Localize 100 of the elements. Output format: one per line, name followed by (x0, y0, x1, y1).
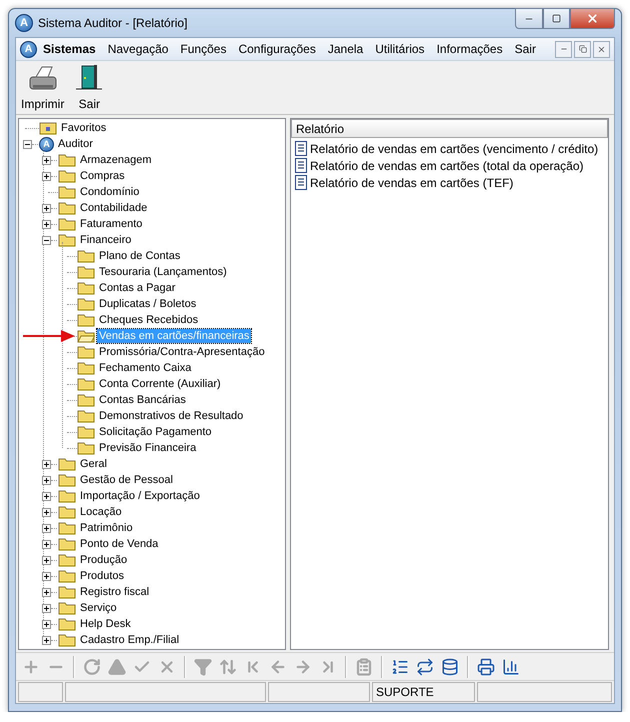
tree-item[interactable]: Geral (78, 457, 109, 471)
restore-button[interactable] (574, 40, 591, 58)
tree-item[interactable]: Condomínio (78, 185, 142, 199)
collapse-icon[interactable] (23, 140, 32, 148)
tree-item[interactable]: Patrimônio (78, 521, 135, 535)
folder-icon (77, 393, 95, 407)
tree-item[interactable]: Previsão Financeira (97, 441, 198, 455)
document-icon (295, 158, 308, 173)
expand-icon[interactable] (42, 524, 51, 532)
menu-item[interactable]: Funções (174, 42, 232, 56)
expand-icon[interactable] (42, 172, 51, 180)
restore-icon (578, 45, 586, 53)
report-item[interactable]: Relatório de vendas em cartões (vencimento / crédito) (310, 142, 598, 156)
document-icon (295, 141, 308, 156)
tree-item[interactable]: Serviço (78, 601, 119, 615)
tree-item[interactable]: Demonstrativos de Resultado (97, 409, 246, 423)
close-button[interactable] (570, 8, 615, 29)
tree-item[interactable]: Contabilidade (78, 201, 150, 215)
folder-icon (58, 201, 76, 215)
folder-icon (58, 473, 76, 487)
tree-item[interactable]: Help Desk (78, 617, 133, 631)
collapse-icon[interactable] (42, 236, 51, 244)
tree-item[interactable]: Financeiro (78, 233, 134, 247)
tree-item[interactable]: Tesouraria (Lançamentos) (97, 265, 229, 279)
folder-icon (58, 569, 76, 583)
tree-item[interactable]: Solicitação Pagamento (97, 425, 214, 439)
tree-item[interactable]: Auditor (56, 137, 95, 151)
tree-item[interactable]: Produção (78, 553, 130, 567)
toolbar-button[interactable]: Imprimir (18, 65, 68, 111)
column-header[interactable]: Relatório (291, 119, 608, 138)
tree-item[interactable]: Produtos (78, 569, 126, 583)
folder-icon (58, 185, 76, 199)
folder-icon (58, 633, 76, 647)
folder-icon (58, 217, 76, 231)
folder-icon (77, 361, 95, 375)
folder-icon (77, 249, 95, 263)
tree-item[interactable]: Compras (78, 169, 127, 183)
tree-item[interactable]: Promissória/Contra-Apresentação (97, 345, 267, 359)
folder-icon (58, 233, 76, 247)
tree-item[interactable]: Registro fiscal (78, 585, 152, 599)
expand-icon[interactable] (42, 492, 51, 500)
menu-item[interactable]: Configurações (232, 42, 322, 56)
expand-icon[interactable] (42, 636, 51, 644)
tree-item[interactable]: Fechamento Caixa (97, 361, 194, 375)
maximize-button[interactable] (543, 8, 570, 29)
report-item[interactable]: Relatório de vendas em cartões (TEF) (310, 176, 514, 190)
expand-icon[interactable] (42, 508, 51, 516)
expand-icon[interactable] (42, 540, 51, 548)
expand-icon[interactable] (42, 620, 51, 628)
tree-item[interactable]: Contas a Pagar (97, 281, 178, 295)
folder-icon (77, 425, 95, 439)
app-logo-icon: A (20, 40, 37, 58)
folder-icon (58, 601, 76, 615)
expand-icon[interactable] (42, 204, 51, 212)
tree-item[interactable]: Cadastro Emp./Filial (78, 633, 182, 647)
folder-icon (77, 297, 95, 311)
tree-item[interactable]: Favoritos (59, 121, 108, 135)
tree-item[interactable]: Importação / Exportação (78, 489, 202, 503)
expand-icon[interactable] (42, 460, 51, 468)
menu-item[interactable]: Informações (430, 42, 509, 56)
expand-icon[interactable] (42, 556, 51, 564)
tree-item[interactable]: Plano de Contas (97, 249, 182, 263)
app-logo-icon: A (15, 14, 33, 32)
tree-item[interactable]: Armazenagem (78, 153, 154, 167)
menu-item[interactable]: Janela (322, 42, 370, 56)
menu-item[interactable]: Sistemas (37, 42, 102, 56)
folder-icon (58, 585, 76, 599)
expand-icon[interactable] (42, 476, 51, 484)
window-title: Sistema Auditor - [Relatório] (38, 16, 188, 30)
minimize-button[interactable] (515, 8, 543, 29)
folder-icon (77, 409, 95, 423)
folder-icon (77, 441, 95, 455)
menu-item[interactable]: Sair (508, 42, 542, 56)
tree-item[interactable]: Faturamento (78, 217, 144, 231)
expand-icon[interactable] (42, 604, 51, 612)
expand-icon[interactable] (42, 156, 51, 164)
menu-item[interactable]: Navegação (102, 42, 174, 56)
expand-icon[interactable] (42, 588, 51, 596)
expand-icon[interactable] (42, 572, 51, 580)
tree-item[interactable]: Cheques Recebidos (97, 313, 200, 327)
close-icon (597, 44, 606, 54)
folder-icon (58, 537, 76, 551)
tree-item[interactable]: Duplicatas / Boletos (97, 297, 198, 311)
folder-icon (77, 281, 95, 295)
tree-item[interactable]: Locação (78, 505, 124, 519)
report-item[interactable]: Relatório de vendas em cartões (total da operação) (310, 158, 584, 172)
menu-item[interactable]: Utilitários (369, 42, 431, 56)
pointer-arrow-icon (23, 330, 75, 342)
folder-icon (77, 265, 95, 279)
tree-item[interactable]: Gestão de Pessoal (78, 473, 175, 487)
tree-item[interactable]: Ponto de Venda (78, 537, 160, 551)
folder-icon (77, 313, 95, 327)
tree-item[interactable]: Contas Bancárias (97, 393, 188, 407)
folder-icon (58, 521, 76, 535)
folder-icon (58, 457, 76, 471)
tree-item[interactable]: Conta Corrente (Auxiliar) (97, 377, 223, 391)
document-icon (295, 175, 308, 190)
folder-icon (58, 505, 76, 519)
toolbar-button[interactable]: Sair (71, 63, 108, 111)
expand-icon[interactable] (42, 220, 51, 228)
